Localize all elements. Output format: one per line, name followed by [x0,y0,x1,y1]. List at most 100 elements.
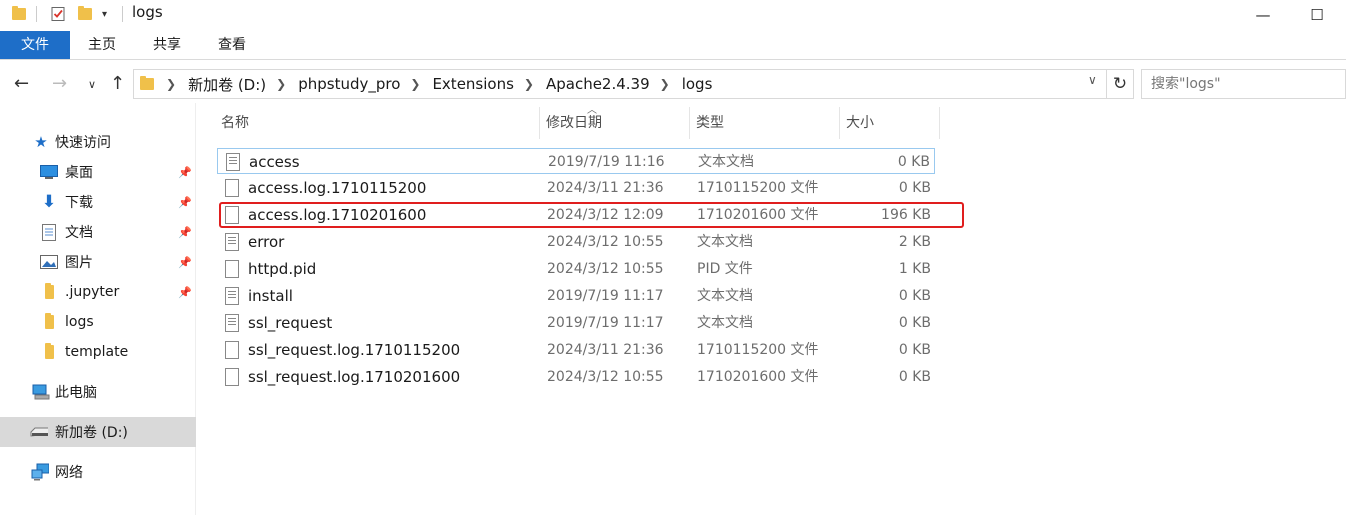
text-file-icon [225,287,239,305]
file-row[interactable]: access.log.1710115200 2024/3/11 21:36 1710… [217,175,935,201]
sidebar-item-label: 快速访问 [55,135,111,151]
customize-toolbar-icon[interactable]: ▾ [102,4,107,24]
file-name: error [248,233,285,251]
pin-icon[interactable]: 📌 [178,256,192,269]
column-header-name[interactable]: 名称 [217,107,540,139]
sidebar-item-network[interactable]: 网络 [0,457,196,487]
file-name: access [249,153,300,171]
sidebar-item-label: 图片 [65,255,93,271]
file-name: access.log.1710115200 [248,179,427,197]
star-icon: ★ [34,133,48,151]
breadcrumb-item[interactable]: Extensions [432,75,513,93]
sidebar-item-desktop[interactable]: 桌面 📌 [0,157,196,187]
drive-icon [30,424,48,440]
file-type: 文本文档 [697,234,753,250]
file-type: 1710115200 文件 [697,342,819,358]
file-date: 2019/7/19 11:17 [547,315,664,331]
file-type: 1710201600 文件 [697,369,819,385]
recent-locations-chevron-icon[interactable]: ∨ [88,78,96,91]
folder-icon [40,313,58,330]
file-name: httpd.pid [248,260,317,278]
column-header-size[interactable]: 大小 [842,107,940,139]
chevron-right-icon[interactable]: ❯ [410,77,420,91]
file-name: ssl_request [248,314,333,332]
sidebar-item-label: 网络 [55,465,83,481]
sidebar-item-downloads[interactable]: ⬇ 下载 📌 [0,187,196,217]
chevron-right-icon[interactable]: ❯ [524,77,534,91]
breadcrumb-item[interactable]: 新加卷 (D:) [188,74,266,95]
file-size: 0 KB [898,369,931,385]
sidebar-item-this-pc[interactable]: 此电脑 [0,377,196,407]
folder-icon [40,283,58,300]
file-row[interactable]: install 2019/7/19 11:17 文本文档 0 KB [217,283,935,309]
pin-icon[interactable]: 📌 [178,286,192,299]
properties-icon[interactable] [50,4,66,24]
address-dropdown-icon[interactable]: ∨ [1088,73,1097,87]
file-row[interactable]: ssl_request.log.1710115200 2024/3/11 21:3… [217,337,935,363]
breadcrumb-item[interactable]: Apache2.4.39 [546,75,650,93]
tab-share[interactable]: 共享 [141,31,193,59]
sidebar-item-quick-access[interactable]: ★ 快速访问 [0,127,196,157]
chevron-right-icon[interactable]: ❯ [660,77,670,91]
download-arrow-icon: ⬇ [41,192,57,212]
file-name: ssl_request.log.1710201600 [248,368,461,386]
sidebar-item-logs[interactable]: logs [0,307,196,337]
file-date: 2019/7/19 11:16 [548,154,665,170]
file-size: 0 KB [898,180,931,196]
file-size: 0 KB [897,154,930,170]
breadcrumb-item[interactable]: phpstudy_pro [298,75,400,93]
title-bar: ▾ logs — ☐ [0,0,1346,30]
text-file-icon [226,153,240,171]
blank-file-icon [225,341,239,359]
minimize-button[interactable]: — [1240,0,1286,30]
file-row[interactable]: ssl_request.log.1710201600 2024/3/12 10:5… [217,364,935,390]
network-icon [31,463,49,481]
sidebar-item-label: template [65,344,129,360]
pin-icon[interactable]: 📌 [178,196,192,209]
file-date: 2024/3/12 10:55 [547,234,664,250]
tab-view[interactable]: 查看 [206,31,258,59]
file-name: install [248,287,293,305]
sidebar-item-label: 桌面 [65,165,93,181]
ribbon-tabs: 文件 主页 共享 查看 [0,31,1346,60]
column-header-type[interactable]: 类型 [692,107,840,139]
pin-icon[interactable]: 📌 [178,166,192,179]
pictures-icon [40,254,58,270]
chevron-right-icon[interactable]: ❯ [166,77,176,91]
file-date: 2024/3/11 21:36 [547,180,664,196]
chevron-right-icon[interactable]: ❯ [276,77,286,91]
text-file-icon [225,233,239,251]
new-folder-icon[interactable] [78,4,92,24]
breadcrumb-item[interactable]: logs [682,75,713,93]
file-row[interactable]: httpd.pid 2024/3/12 10:55 PID 文件 1 KB [217,256,935,282]
file-name: ssl_request.log.1710115200 [248,341,461,359]
file-size: 1 KB [898,261,931,277]
file-size: 0 KB [898,342,931,358]
highlight-annotation [219,202,964,228]
forward-arrow-icon[interactable]: → [52,73,67,94]
window-title: logs [132,3,163,21]
back-arrow-icon[interactable]: ← [14,73,29,94]
address-bar[interactable]: ❯ 新加卷 (D:) ❯ phpstudy_pro ❯ Extensions ❯… [133,69,1107,99]
search-input[interactable]: 搜索"logs" [1141,69,1346,99]
file-row[interactable]: ssl_request 2019/7/19 11:17 文本文档 0 KB [217,310,935,336]
column-header-date[interactable]: 修改日期 [542,107,690,139]
sidebar-item-pictures[interactable]: 图片 📌 [0,247,196,277]
file-type: 文本文档 [697,288,753,304]
maximize-button[interactable]: ☐ [1294,0,1340,30]
file-type: 1710115200 文件 [697,180,819,196]
up-arrow-icon[interactable]: ↑ [110,73,125,94]
file-row[interactable]: error 2024/3/12 10:55 文本文档 2 KB [217,229,935,255]
file-date: 2024/3/12 10:55 [547,261,664,277]
sidebar-item-documents[interactable]: 文档 📌 [0,217,196,247]
sidebar-item-template[interactable]: template [0,337,196,367]
tab-file[interactable]: 文件 [0,31,70,59]
sidebar-item-label: .jupyter [65,284,120,300]
sidebar-item-drive-d[interactable]: 新加卷 (D:) [0,417,196,447]
file-type: PID 文件 [697,261,753,277]
refresh-icon[interactable]: ↻ [1106,69,1134,99]
pin-icon[interactable]: 📌 [178,226,192,239]
sidebar-item-jupyter[interactable]: .jupyter 📌 [0,277,196,307]
tab-home[interactable]: 主页 [76,31,128,59]
file-row[interactable]: access 2019/7/19 11:16 文本文档 0 KB [217,148,935,174]
